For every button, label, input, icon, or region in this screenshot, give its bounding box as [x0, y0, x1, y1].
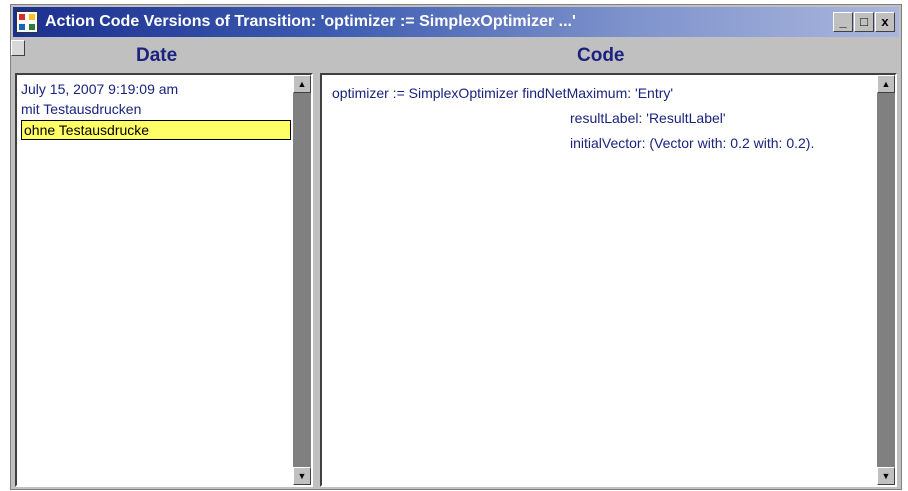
version-list-item[interactable]: mit Testausdrucken: [21, 99, 141, 119]
code-pane-scrollbar[interactable]: ▲ ▼: [877, 75, 895, 485]
minimize-button[interactable]: _: [833, 12, 853, 32]
version-list-scrollbar[interactable]: ▲ ▼: [293, 75, 311, 485]
code-line[interactable]: optimizer := SimplexOptimizer findNetMax…: [332, 85, 673, 101]
version-list-pane[interactable]: July 15, 2007 9:19:09 am mit Testausdruc…: [15, 73, 313, 487]
code-pane[interactable]: optimizer := SimplexOptimizer findNetMax…: [320, 73, 897, 487]
close-button[interactable]: x: [875, 12, 895, 32]
app-icon[interactable]: [16, 11, 38, 33]
action-code-versions-window: Action Code Versions of Transition: 'opt…: [10, 4, 902, 490]
window-title: Action Code Versions of Transition: 'opt…: [45, 13, 576, 30]
code-column-header: Code: [577, 45, 625, 66]
code-line[interactable]: initialVector: (Vector with: 0.2 with: 0…: [570, 135, 814, 151]
scroll-up-arrow-icon[interactable]: ▲: [293, 75, 311, 93]
date-column-header: Date: [136, 45, 178, 66]
version-list-item-selected[interactable]: ohne Testausdrucke: [21, 120, 291, 140]
code-line[interactable]: resultLabel: 'ResultLabel': [570, 110, 726, 126]
pane-resize-handle[interactable]: [11, 40, 25, 56]
version-list-item[interactable]: July 15, 2007 9:19:09 am: [21, 79, 178, 99]
title-bar[interactable]: Action Code Versions of Transition: 'opt…: [13, 7, 899, 37]
scroll-down-arrow-icon[interactable]: ▼: [877, 467, 895, 485]
maximize-button[interactable]: □: [854, 12, 874, 32]
scroll-down-arrow-icon[interactable]: ▼: [293, 467, 311, 485]
scroll-up-arrow-icon[interactable]: ▲: [877, 75, 895, 93]
